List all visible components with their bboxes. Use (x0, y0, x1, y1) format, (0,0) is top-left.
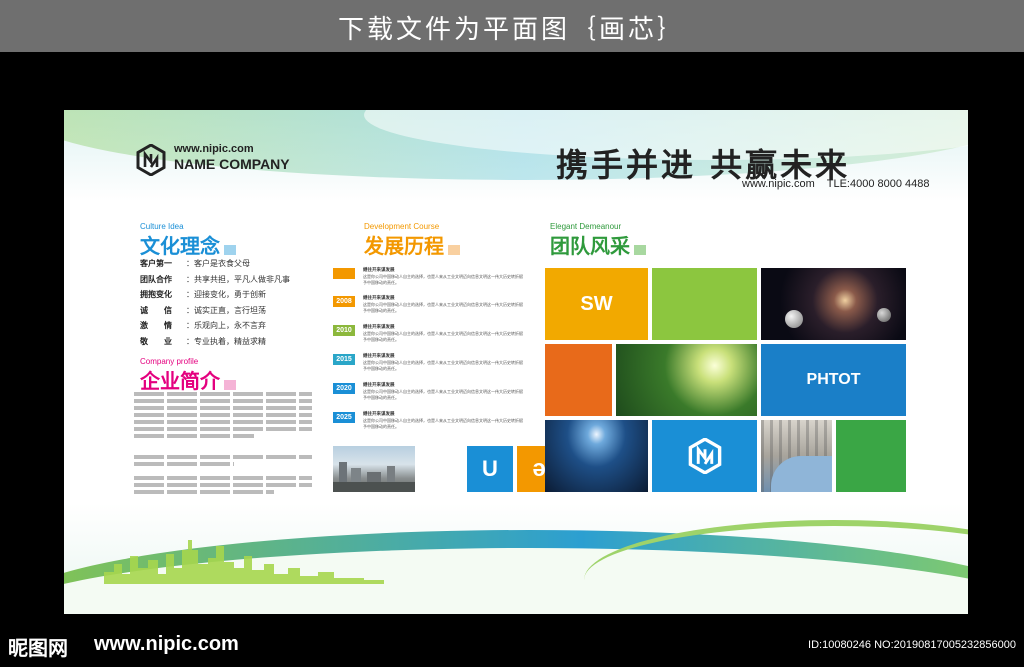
heading-square-icon (448, 245, 460, 255)
footer-url: www.nipic.com (94, 633, 239, 655)
timeline-body: 这是你公司中国移动人自主的选择，也是人来从工业文明迈向信息文明这一伟大历史转折赋… (363, 418, 523, 429)
timeline-year-tag: 2010 (333, 325, 355, 336)
culture-key: 客户第一 (140, 259, 172, 268)
culture-value: ：客户是衣食父母 (186, 259, 250, 268)
company-logo-icon (136, 144, 166, 176)
timeline-year-tag: 2025 (333, 412, 355, 423)
company-zh-heading: 企业简介 (140, 365, 236, 394)
culture-value: ：共享共担，平凡人做非凡事 (186, 274, 290, 284)
display-board: www.nipic.com NAME COMPANY 携手并进 共赢未来 www… (64, 110, 968, 614)
orange-tile (545, 344, 612, 416)
green-tile (652, 268, 757, 340)
u-tile-text: U (482, 456, 498, 481)
culture-key: 团队合作 (140, 274, 172, 284)
culture-value: ：专业执着，精益求精 (186, 336, 266, 346)
culture-key: 激 情 (140, 321, 172, 330)
timeline-text: 继往开来谋发展 这是你公司中国移动人自主的选择，也是人来从工业文明迈向信息文明这一… (363, 412, 523, 430)
culture-value: ：迎接变化，勇于创新 (186, 290, 266, 299)
contact-tel: TLE:4000 8000 4488 (826, 178, 930, 190)
contact-url: www.nipic.com (742, 178, 815, 190)
logo-company-name: NAME COMPANY (174, 156, 290, 172)
culture-value: ：乐观向上，永不言弃 (186, 321, 266, 330)
sw-tile-text: SW (580, 292, 613, 315)
culture-row: 敬 业 ：专业执着，精益求精 (140, 334, 290, 350)
timeline-text: 继往开来谋发展 这是你公司中国移动人自主的选择，也是人来从工业文明迈向信息文明这一… (363, 296, 523, 314)
culture-row: 拥抱变化 ：迎接变化，勇于创新 (140, 287, 290, 303)
timeline-item: 2025 继往开来谋发展 这是你公司中国移动人自主的选择，也是人来从工业文明迈向信… (333, 412, 528, 436)
heading-square-icon (224, 380, 236, 390)
building-photo (761, 420, 832, 492)
company-logo-icon (688, 438, 722, 474)
culture-zh-heading: 文化理念 (140, 230, 236, 259)
culture-value: ：诚实正直，言行坦荡 (186, 305, 266, 315)
photo-tile: PHTOT (761, 344, 906, 416)
timeline-item: 2020 继往开来谋发展 这是你公司中国移动人自主的选择，也是人来从工业文明迈向信… (333, 383, 528, 407)
culture-zh-text: 文化理念 (140, 234, 220, 258)
timeline-item: 2015 继往开来谋发展 这是你公司中国移动人自主的选择，也是人来从工业文明迈向信… (333, 354, 528, 378)
timeline-body: 这是你公司中国移动人自主的选择，也是人来从工业文明迈向信息文明这一伟大历史转折赋… (363, 389, 523, 400)
timeline-body: 这是你公司中国移动人自主的选择，也是人来从工业文明迈向信息文明这一伟大历史转折赋… (363, 360, 523, 371)
development-zh-text: 发展历程 (364, 234, 444, 258)
banner-title: 下载文件为平面图｛画芯｝ (337, 15, 686, 45)
logo-url: www.nipic.com (174, 143, 254, 155)
company-zh-text: 企业简介 (140, 369, 220, 393)
timeline-year-tag: 2008 (333, 296, 355, 307)
heading-square-icon (224, 245, 236, 255)
timeline-body: 这是你公司中国移动人自主的选择，也是人来从工业文明迈向信息文明这一伟大历史转折赋… (363, 274, 523, 285)
u-tile: U (467, 446, 513, 492)
timeline-text: 继往开来谋发展 这是你公司中国移动人自主的选择，也是人来从工业文明迈向信息文明这一… (363, 383, 523, 401)
city-photo (333, 446, 415, 492)
culture-row: 团队合作 ：共享共担，平凡人做非凡事 (140, 272, 290, 288)
footer-site-name: 昵图网 (8, 636, 68, 660)
timeline-text: 继往开来谋发展 这是你公司中国移动人自主的选择，也是人来从工业文明迈向信息文明这一… (363, 354, 523, 372)
footer-id: ID:10080246 NO:20190817005232856000 (808, 639, 1016, 651)
timeline-item: 2008 继往开来谋发展 这是你公司中国移动人自主的选择，也是人来从工业文明迈向信… (333, 296, 528, 320)
timeline-body: 这是你公司中国移动人自主的选择，也是人来从工业文明迈向信息文明这一伟大历史转折赋… (363, 302, 523, 313)
company-paragraph-block (134, 476, 312, 506)
green-tile (836, 420, 906, 492)
heading-square-icon (634, 245, 646, 255)
photo-tile-text: PHTOT (806, 371, 861, 388)
team-zh-heading: 团队风采 (550, 230, 646, 259)
timeline-text: 继往开来谋发展 这是你公司中国移动人自主的选择，也是人来从工业文明迈向信息文明这一… (363, 268, 523, 286)
timeline-item: 2010 继往开来谋发展 这是你公司中国移动人自主的选择，也是人来从工业文明迈向信… (333, 325, 528, 349)
culture-row: 诚 信 ：诚实正直，言行坦荡 (140, 303, 290, 319)
culture-row: 激 情 ：乐观向上，永不言弃 (140, 318, 290, 334)
culture-list: 客户第一 ：客户是衣食父母 团队合作 ：共享共担，平凡人做非凡事 拥抱变化 ：迎接变化… (140, 256, 290, 349)
culture-row: 客户第一 ：客户是衣食父母 (140, 256, 290, 272)
forest-photo (616, 344, 757, 416)
contact-line: www.nipic.com TLE:4000 8000 4488 (742, 178, 942, 190)
company-paragraph-block (134, 392, 312, 454)
culture-key: 诚 信 (140, 305, 172, 315)
culture-key: 拥抱变化 (140, 290, 172, 299)
footer: 昵图网 www.nipic.com ID:10080246 NO:2019081… (0, 622, 1024, 667)
development-zh-heading: 发展历程 (364, 230, 460, 259)
skyline-icon (104, 540, 384, 584)
timeline-year-tag: 2015 (333, 354, 355, 365)
team-zh-text: 团队风采 (550, 234, 630, 258)
earth-photo (545, 420, 648, 492)
timeline-body: 这是你公司中国移动人自主的选择，也是人来从工业文明迈向信息文明这一伟大历史转折赋… (363, 331, 523, 342)
sw-tile: SW (545, 268, 648, 340)
timeline-year-tag (333, 268, 355, 279)
timeline-year-tag: 2020 (333, 383, 355, 394)
timeline-item: 继往开来谋发展 这是你公司中国移动人自主的选择，也是人来从工业文明迈向信息文明这一… (333, 268, 528, 292)
space-photo (761, 268, 906, 340)
logo-tile (652, 420, 757, 492)
blank-tile (419, 446, 463, 492)
top-banner: 下载文件为平面图｛画芯｝ (0, 0, 1024, 52)
timeline-text: 继往开来谋发展 这是你公司中国移动人自主的选择，也是人来从工业文明迈向信息文明这一… (363, 325, 523, 343)
culture-key: 敬 业 (140, 336, 172, 346)
company-paragraph-block (134, 455, 312, 473)
